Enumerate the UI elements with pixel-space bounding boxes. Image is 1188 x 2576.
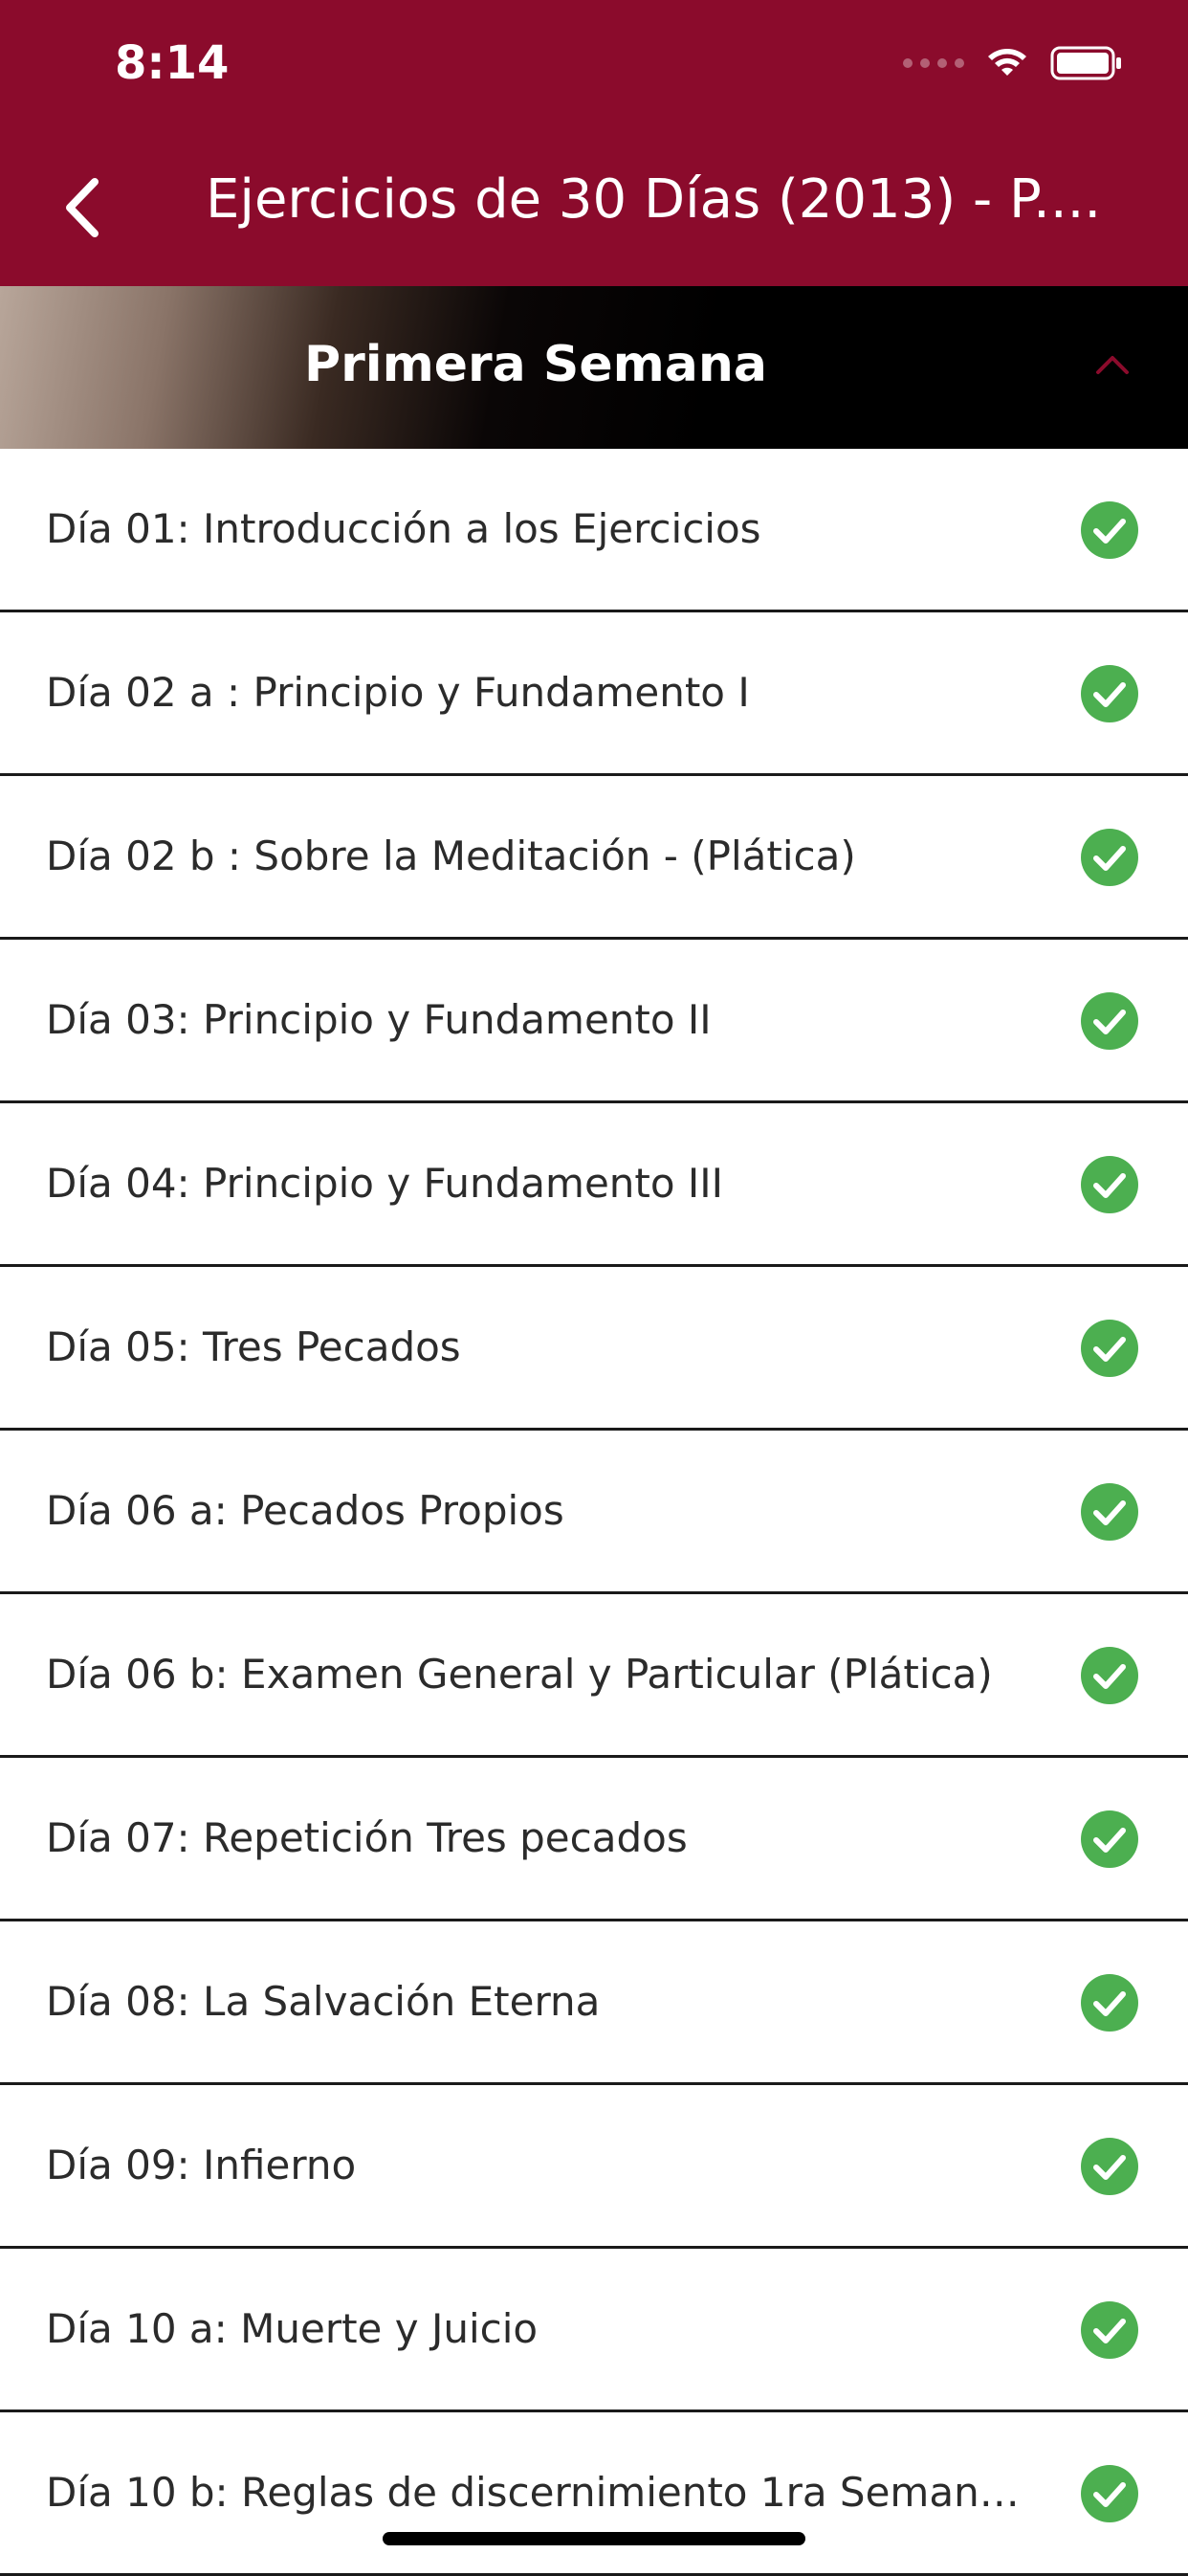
list-item[interactable]: Día 07: Repetición Tres pecados [0,1758,1188,1921]
back-button[interactable] [57,174,105,241]
list-item[interactable]: Día 08: La Salvación Eterna [0,1921,1188,2085]
list-item-label: Día 02 b : Sobre la Meditación - (Plátic… [46,833,856,879]
signal-icon [903,58,964,68]
list-item-label: Día 09: Infierno [46,2142,357,2188]
list-item-label: Día 05: Tres Pecados [46,1323,461,1370]
chevron-left-icon [66,178,99,237]
check-circle-icon [1081,1647,1138,1704]
list-item[interactable]: Día 01: Introducción a los Ejercicios [0,449,1188,612]
section-header-primera-semana[interactable]: Primera Semana [0,286,1188,449]
list-item[interactable]: Día 09: Infierno [0,2085,1188,2249]
list-item-label: Día 07: Repetición Tres pecados [46,1814,688,1861]
exercise-list: Día 01: Introducción a los Ejercicios Dí… [0,449,1188,2576]
check-circle-icon [1081,665,1138,722]
check-circle-icon [1081,1156,1138,1213]
list-item-label: Día 01: Introducción a los Ejercicios [46,505,761,552]
list-item[interactable]: Día 10 a: Muerte y Juicio [0,2249,1188,2412]
check-circle-icon [1081,2465,1138,2522]
battery-icon [1050,46,1121,80]
status-time: 8:14 [115,36,230,90]
page-title: Ejercicios de 30 Días (2013) - P.... [206,168,1102,231]
check-circle-icon [1081,2301,1138,2359]
list-item-label: Día 10 b: Reglas de discernimiento 1ra S… [46,2469,1031,2516]
check-circle-icon [1081,1320,1138,1377]
chevron-up-icon[interactable] [1094,353,1131,376]
list-item[interactable]: Día 03: Principio y Fundamento II [0,940,1188,1103]
list-item[interactable]: Día 02 b : Sobre la Meditación - (Plátic… [0,776,1188,940]
check-circle-icon [1081,1483,1138,1541]
check-circle-icon [1081,501,1138,559]
home-indicator[interactable] [383,2532,805,2545]
check-circle-icon [1081,2138,1138,2195]
check-circle-icon [1081,1810,1138,1868]
wifi-icon [988,49,1026,76]
status-icons [903,42,1123,84]
list-item-label: Día 02 a : Principio y Fundamento I [46,669,750,716]
list-item-label: Día 04: Principio y Fundamento III [46,1160,724,1207]
list-item-label: Día 10 a: Muerte y Juicio [46,2305,539,2352]
check-circle-icon [1081,992,1138,1050]
list-item-label: Día 06 a: Pecados Propios [46,1487,564,1534]
list-item[interactable]: Día 05: Tres Pecados [0,1267,1188,1431]
check-circle-icon [1081,1974,1138,2032]
app-header: 8:14 Ejercicios de 30 Días (2013) - P...… [0,0,1188,286]
list-item-label: Día 08: La Salvación Eterna [46,1978,601,2025]
list-item[interactable]: Día 02 a : Principio y Fundamento I [0,612,1188,776]
check-circle-icon [1081,829,1138,886]
section-title: Primera Semana [304,336,767,393]
list-item-label: Día 03: Principio y Fundamento II [46,996,712,1043]
list-item[interactable]: Día 10 b: Reglas de discernimiento 1ra S… [0,2412,1188,2576]
list-item[interactable]: Día 06 a: Pecados Propios [0,1431,1188,1594]
list-item-label: Día 06 b: Examen General y Particular (P… [46,1651,993,1698]
list-item[interactable]: Día 06 b: Examen General y Particular (P… [0,1594,1188,1758]
list-item[interactable]: Día 04: Principio y Fundamento III [0,1103,1188,1267]
